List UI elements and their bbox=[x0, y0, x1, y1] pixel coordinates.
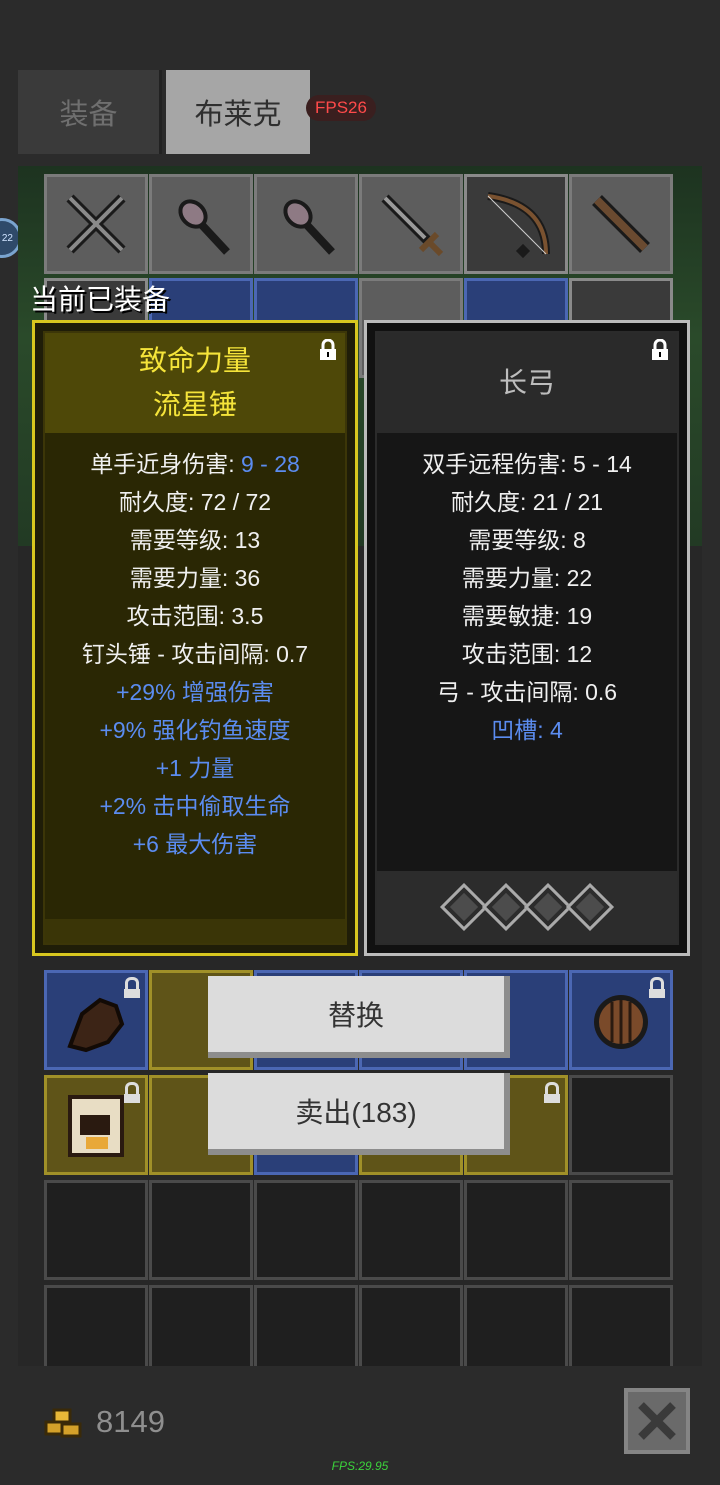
stat-line: 弓 - 攻击间隔: 0.6 bbox=[436, 679, 618, 705]
affix-line: +6 最大伤害 bbox=[132, 831, 258, 857]
gold-coins-icon bbox=[44, 1408, 82, 1438]
inventory-slot[interactable] bbox=[359, 1180, 463, 1280]
stat-line: 耐久度: 72 / 72 bbox=[118, 489, 272, 515]
stat-line: 需要敏捷: 19 bbox=[461, 603, 593, 629]
socket-count-line: 凹槽: 4 bbox=[491, 717, 563, 743]
tab-character[interactable]: 布莱克 bbox=[166, 70, 310, 154]
empty-socket-icon bbox=[481, 882, 531, 932]
inventory-slot[interactable] bbox=[149, 1180, 253, 1280]
equipped-item-header: 致命力量 流星锤 bbox=[45, 333, 345, 433]
padlock-icon[interactable] bbox=[649, 339, 671, 361]
stat-line: 双手远程伤害: 5 - 14 bbox=[422, 451, 632, 477]
padlock-icon bbox=[649, 977, 665, 998]
inventory-slot[interactable] bbox=[569, 1180, 673, 1280]
inventory-slot[interactable] bbox=[569, 1075, 673, 1175]
compare-item-name: 长弓 bbox=[498, 367, 555, 398]
compare-item-card: 长弓 双手远程伤害: 5 - 14 耐久度: 21 / 21 需要等级: 8 需… bbox=[364, 320, 690, 956]
fps-badge: FPS26 bbox=[306, 95, 376, 121]
compare-item-stats: 双手远程伤害: 5 - 14 耐久度: 21 / 21 需要等级: 8 需要力量… bbox=[377, 433, 677, 749]
stat-line: 钉头锤 - 攻击间隔: 0.7 bbox=[81, 641, 309, 667]
inventory-slot[interactable] bbox=[44, 174, 148, 274]
equipped-item-stats: 单手近身伤害: 9 - 28 耐久度: 72 / 72 需要等级: 13 需要力… bbox=[45, 433, 345, 863]
gold-amount: 8149 bbox=[96, 1404, 165, 1439]
replace-button[interactable]: 替换 bbox=[208, 976, 510, 1058]
inventory-row-1 bbox=[44, 174, 673, 274]
mace-icon bbox=[178, 199, 230, 255]
stat-line: 需要力量: 22 bbox=[461, 565, 593, 591]
compare-item-header: 长弓 bbox=[377, 333, 677, 433]
stat-line: 耐久度: 21 / 21 bbox=[450, 489, 604, 515]
stat-line: 单手近身伤害: 9 - 28 bbox=[45, 445, 345, 483]
stat-line: 攻击范围: 12 bbox=[461, 641, 593, 667]
inventory-slot[interactable] bbox=[44, 1180, 148, 1280]
close-x-icon bbox=[638, 1402, 676, 1440]
affix-line: +29% 增强伤害 bbox=[116, 679, 274, 705]
inventory-slot[interactable] bbox=[149, 174, 253, 274]
club-icon bbox=[592, 195, 650, 253]
close-button[interactable] bbox=[624, 1388, 690, 1454]
affix-line: +1 力量 bbox=[155, 755, 235, 781]
stat-label: 单手近身伤害: bbox=[90, 451, 241, 477]
inventory-slot[interactable] bbox=[464, 1180, 568, 1280]
bow-icon bbox=[487, 192, 550, 259]
stat-value: 9 - 28 bbox=[240, 451, 300, 477]
equipped-item-card: 致命力量 流星锤 单手近身伤害: 9 - 28 耐久度: 72 / 72 需要等… bbox=[32, 320, 358, 956]
fps-counter: FPS:29.95 bbox=[331, 1459, 389, 1473]
crossed-swords-icon bbox=[66, 194, 126, 254]
inventory-slot[interactable] bbox=[44, 970, 148, 1070]
inventory-slot[interactable] bbox=[254, 1180, 358, 1280]
affix-line: +2% 击中偷取生命 bbox=[99, 793, 291, 819]
sword-icon bbox=[381, 194, 444, 257]
empty-socket-icon bbox=[565, 882, 615, 932]
padlock-icon bbox=[544, 1082, 560, 1103]
equipped-item-name: 致命力量 bbox=[138, 345, 251, 376]
inventory-slot[interactable] bbox=[464, 174, 568, 274]
padlock-icon[interactable] bbox=[317, 339, 339, 361]
empty-socket-icon bbox=[439, 882, 489, 932]
stat-line: 攻击范围: 3.5 bbox=[126, 603, 264, 629]
padlock-icon bbox=[124, 1082, 140, 1103]
top-strip bbox=[0, 0, 720, 70]
inventory-row-9 bbox=[44, 1180, 673, 1280]
inventory-slot[interactable] bbox=[569, 970, 673, 1070]
empty-socket-icon bbox=[523, 882, 573, 932]
padlock-icon bbox=[124, 977, 140, 998]
stat-line: 需要等级: 8 bbox=[468, 527, 586, 553]
inventory-slot[interactable] bbox=[44, 1075, 148, 1175]
inventory-slot[interactable] bbox=[359, 174, 463, 274]
socket-row bbox=[377, 871, 677, 943]
inventory-slot[interactable] bbox=[254, 174, 358, 274]
inventory-slot[interactable] bbox=[569, 174, 673, 274]
currently-equipped-label: 当前已装备 bbox=[30, 284, 171, 315]
mace-icon bbox=[283, 199, 335, 255]
equipped-item-type: 流星锤 bbox=[152, 389, 237, 420]
affix-line: +9% 强化钓鱼速度 bbox=[99, 717, 291, 743]
tab-equipment[interactable]: 装备 bbox=[18, 70, 162, 154]
sell-button[interactable]: 卖出(183) bbox=[208, 1073, 510, 1155]
stat-line: 需要力量: 36 bbox=[129, 565, 261, 591]
equipped-item-footer bbox=[45, 919, 345, 943]
stat-line: 需要等级: 13 bbox=[129, 527, 261, 553]
